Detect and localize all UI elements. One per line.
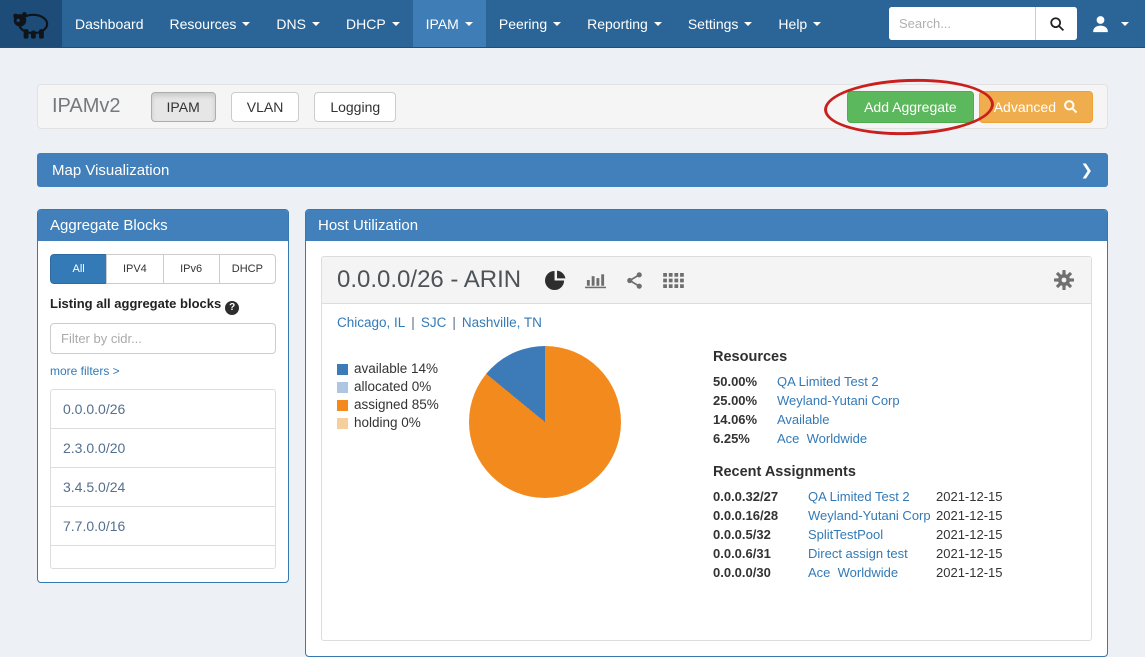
share-icon <box>625 271 644 290</box>
location-link[interactable]: Chicago, IL <box>337 315 405 330</box>
app-logo[interactable] <box>0 0 62 47</box>
location-link[interactable]: SJC <box>421 315 447 330</box>
tab-logging[interactable]: Logging <box>314 92 396 122</box>
nav-help[interactable]: Help <box>765 0 834 47</box>
search-icon <box>1063 99 1078 114</box>
location-breadcrumb: Chicago, IL|SJC|Nashville, TN <box>322 304 1091 334</box>
main-menu: Dashboard Resources DNS DHCP IPAM Peerin… <box>62 0 834 47</box>
bar-chart-view-button[interactable] <box>585 271 606 289</box>
assignment-link[interactable]: SplitTestPool <box>808 527 936 542</box>
list-item[interactable]: 3.4.5.0/24 <box>51 468 275 507</box>
nav-settings[interactable]: Settings <box>675 0 766 47</box>
legend-swatch <box>337 382 348 393</box>
panda-logo-icon <box>9 6 53 42</box>
tab-ipv6[interactable]: IPv6 <box>163 254 220 284</box>
more-filters-link[interactable]: more filters > <box>50 364 120 378</box>
nav-dashboard[interactable]: Dashboard <box>62 0 157 47</box>
caret-down-icon <box>553 22 561 26</box>
navbar-right <box>889 0 1145 47</box>
header-actions: Add Aggregate Advanced <box>847 91 1093 123</box>
tab-ipam[interactable]: IPAM <box>151 92 216 122</box>
legend-item: available 14% <box>337 360 455 378</box>
nav-dhcp[interactable]: DHCP <box>333 0 413 47</box>
aggregate-filter-tabs: All IPV4 IPv6 DHCP <box>50 254 276 284</box>
aggregate-block-list: 0.0.0.0/26 2.3.0.0/20 3.4.5.0/24 7.7.0.0… <box>50 389 276 569</box>
page-header: IPAMv2 IPAM VLAN Logging Add Aggregate A… <box>37 84 1108 129</box>
grid-view-button[interactable] <box>663 273 684 288</box>
search-button[interactable] <box>1035 7 1077 40</box>
tab-dhcp[interactable]: DHCP <box>219 254 276 284</box>
pie-legend: available 14% allocated 0% assigned 85% <box>337 360 455 580</box>
grid-icon <box>663 273 684 288</box>
block-title: 0.0.0.0/26 - ARIN <box>337 266 521 294</box>
pie-view-button[interactable] <box>545 270 566 291</box>
caret-down-icon <box>465 22 473 26</box>
location-link[interactable]: Nashville, TN <box>462 315 542 330</box>
settings-button[interactable] <box>1052 268 1076 292</box>
caret-down-icon <box>392 22 400 26</box>
assignment-link[interactable]: Ace Worldwide <box>808 565 936 580</box>
recent-assignments-heading: Recent Assignments <box>713 464 1076 480</box>
share-button[interactable] <box>625 271 644 290</box>
legend-item: assigned 85% <box>337 396 455 414</box>
chevron-right-icon: ❯ <box>1080 161 1093 179</box>
search-icon <box>1049 16 1065 32</box>
resource-link[interactable]: QA Limited Test 2 <box>777 374 1076 389</box>
pie-chart-icon <box>545 270 566 291</box>
assignment-link[interactable]: QA Limited Test 2 <box>808 489 936 504</box>
pie-chart <box>469 346 621 498</box>
caret-down-icon <box>312 22 320 26</box>
user-menu[interactable] <box>1091 14 1129 33</box>
navbar: Dashboard Resources DNS DHCP IPAM Peerin… <box>0 0 1145 48</box>
legend-swatch <box>337 364 348 375</box>
page-title: IPAMv2 <box>52 95 121 118</box>
list-item[interactable] <box>51 546 275 568</box>
legend-item: allocated 0% <box>337 378 455 396</box>
global-search <box>889 7 1077 40</box>
aggregate-blocks-panel: Aggregate Blocks All IPV4 IPv6 DHCP List… <box>37 209 289 583</box>
caret-down-icon <box>654 22 662 26</box>
add-aggregate-button[interactable]: Add Aggregate <box>847 91 974 123</box>
caret-down-icon <box>1121 22 1129 26</box>
search-input[interactable] <box>889 7 1035 40</box>
assignment-link[interactable]: Direct assign test <box>808 546 936 561</box>
tab-all[interactable]: All <box>50 254 107 284</box>
resources-list: 50.00%QA Limited Test 2 25.00%Weyland-Yu… <box>713 374 1076 446</box>
bar-chart-icon <box>585 271 606 289</box>
nav-peering[interactable]: Peering <box>486 0 574 47</box>
list-item[interactable]: 0.0.0.0/26 <box>51 390 275 429</box>
resources-heading: Resources <box>713 349 1076 365</box>
page-content: IPAMv2 IPAM VLAN Logging Add Aggregate A… <box>0 84 1145 657</box>
tab-ipv4[interactable]: IPV4 <box>106 254 163 284</box>
caret-down-icon <box>744 22 752 26</box>
nav-dns[interactable]: DNS <box>263 0 333 47</box>
map-visualization-toggle[interactable]: Map Visualization ❯ <box>37 153 1108 187</box>
gear-icon <box>1052 268 1076 292</box>
legend-swatch <box>337 400 348 411</box>
recent-assignments-list: 0.0.0.32/27QA Limited Test 22021-12-15 0… <box>713 489 1076 580</box>
aggregate-blocks-title: Aggregate Blocks <box>38 210 288 241</box>
nav-reporting[interactable]: Reporting <box>574 0 675 47</box>
list-item[interactable]: 7.7.0.0/16 <box>51 507 275 546</box>
legend-swatch <box>337 418 348 429</box>
user-icon <box>1091 14 1110 33</box>
caret-down-icon <box>813 22 821 26</box>
nav-ipam[interactable]: IPAM <box>413 0 486 47</box>
cidr-filter-input[interactable] <box>50 323 276 354</box>
block-subheader: 0.0.0.0/26 - ARIN <box>322 257 1091 304</box>
host-utilization-title: Host Utilization <box>306 210 1107 241</box>
resource-link[interactable]: Ace Worldwide <box>777 431 1076 446</box>
host-utilization-panel: Host Utilization 0.0.0.0/26 - ARIN <box>305 209 1108 657</box>
tab-vlan[interactable]: VLAN <box>231 92 300 122</box>
help-icon[interactable]: ? <box>225 301 239 315</box>
list-item[interactable]: 2.3.0.0/20 <box>51 429 275 468</box>
caret-down-icon <box>242 22 250 26</box>
resource-link[interactable]: Available <box>777 412 1076 427</box>
listing-label: Listing all aggregate blocks? <box>50 296 276 315</box>
resource-link[interactable]: Weyland-Yutani Corp <box>777 393 1076 408</box>
nav-resources[interactable]: Resources <box>157 0 264 47</box>
advanced-search-button[interactable]: Advanced <box>979 91 1093 123</box>
legend-item: holding 0% <box>337 414 455 432</box>
assignment-link[interactable]: Weyland-Yutani Corp <box>808 508 936 523</box>
